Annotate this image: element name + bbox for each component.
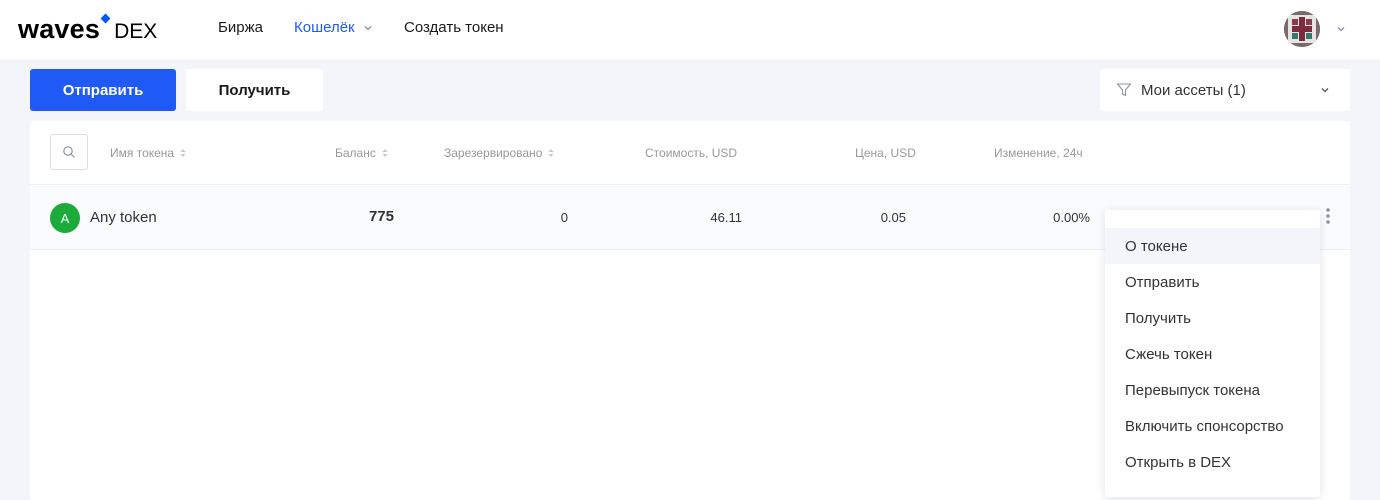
- sort-icon: [548, 149, 554, 157]
- column-header-change-24h: Изменение, 24ч: [994, 146, 1083, 160]
- column-header-change-24h-label: Изменение, 24ч: [994, 146, 1083, 160]
- logo-diamond-icon: [100, 13, 111, 24]
- token-context-menu: О токене Отправить Получить Сжечь токен …: [1105, 210, 1320, 497]
- nav-exchange-label: Биржа: [218, 19, 263, 36]
- nav-exchange[interactable]: Биржа: [218, 19, 263, 36]
- column-header-price-usd: Цена, USD: [855, 146, 916, 160]
- chevron-down-icon: [1321, 88, 1329, 93]
- chevron-down-icon[interactable]: [1336, 24, 1346, 34]
- menu-item-reissue-token[interactable]: Перевыпуск токена: [1105, 372, 1320, 408]
- menu-item-open-in-dex[interactable]: Открыть в DEX: [1105, 444, 1320, 480]
- token-balance: 775: [368, 208, 394, 225]
- logo-suffix: DEX: [114, 20, 158, 43]
- logo-word: waves: [18, 14, 101, 44]
- sort-icon: [382, 149, 388, 157]
- column-header-name-label: Имя токена: [110, 146, 175, 160]
- column-header-value-usd-label: Стоимость, USD: [645, 146, 738, 160]
- assets-filter-dropdown[interactable]: Мои ассеты (1): [1100, 69, 1350, 111]
- token-change-24h: 0.00%: [1053, 210, 1090, 225]
- menu-item-receive[interactable]: Получить: [1105, 300, 1320, 336]
- chevron-down-icon: [364, 25, 372, 30]
- menu-item-about-token[interactable]: О токене: [1105, 228, 1320, 264]
- token-icon: A: [50, 203, 80, 233]
- search-button[interactable]: [50, 134, 88, 170]
- token-reserved: 0: [560, 210, 568, 225]
- menu-item-send[interactable]: Отправить: [1105, 264, 1320, 300]
- send-button[interactable]: Отправить: [30, 69, 176, 111]
- nav-wallet-label: Кошелёк: [294, 19, 355, 36]
- table-header: Имя токена Баланс Зарезервировано Стоимо…: [30, 121, 1350, 185]
- sort-icon: [180, 149, 186, 157]
- column-header-reserved-label: Зарезервировано: [444, 146, 543, 160]
- column-header-balance[interactable]: Баланс: [335, 146, 388, 160]
- avatar[interactable]: [1284, 11, 1320, 47]
- nav-create-token[interactable]: Создать токен: [404, 19, 504, 36]
- menu-item-burn-token[interactable]: Сжечь токен: [1105, 336, 1320, 372]
- column-header-price-usd-label: Цена, USD: [855, 146, 916, 160]
- column-header-value-usd: Стоимость, USD: [645, 146, 737, 160]
- token-price-usd: 0.05: [880, 210, 906, 225]
- token-name[interactable]: Any token: [90, 209, 157, 226]
- column-header-reserved[interactable]: Зарезервировано: [444, 146, 554, 160]
- waves-dex-logo[interactable]: waves DEX: [18, 13, 158, 44]
- avatar-identicon-icon: [1284, 11, 1320, 47]
- search-icon: [63, 146, 75, 158]
- top-navigation-bar: waves DEX Биржа Кошелёк Создать токен: [0, 0, 1380, 59]
- nav-wallet[interactable]: Кошелёк: [294, 19, 373, 36]
- menu-item-enable-sponsorship[interactable]: Включить спонсорство: [1105, 408, 1320, 444]
- token-value-usd: 46.11: [710, 210, 742, 225]
- column-header-balance-label: Баланс: [335, 146, 376, 160]
- receive-button[interactable]: Получить: [186, 69, 323, 111]
- kebab-menu-icon[interactable]: [1324, 206, 1332, 226]
- assets-filter-label: Мои ассеты (1): [1141, 81, 1246, 99]
- nav-create-token-label: Создать токен: [404, 19, 504, 36]
- filter-icon: [1116, 83, 1132, 97]
- column-header-name[interactable]: Имя токена: [110, 146, 186, 160]
